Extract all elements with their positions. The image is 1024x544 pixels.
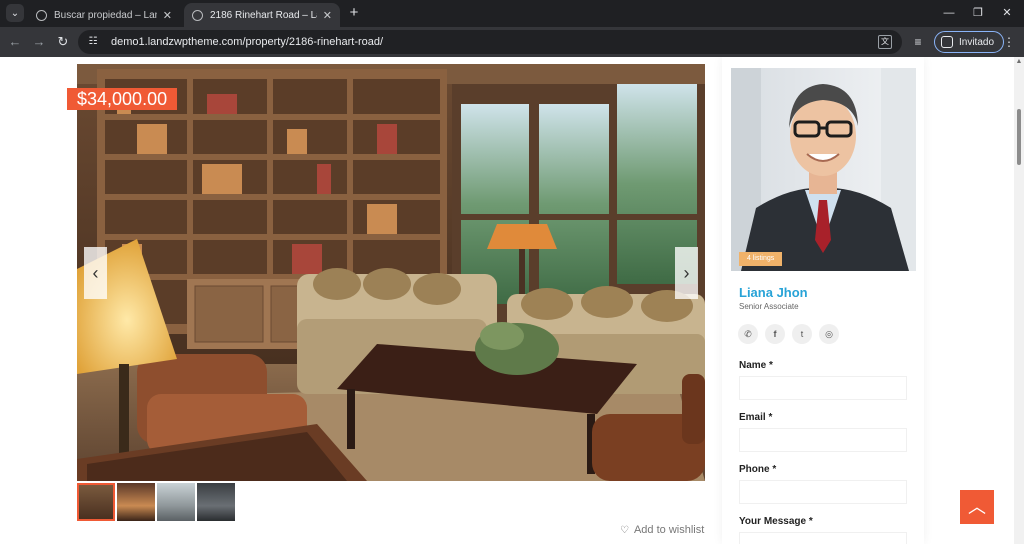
close-window-icon[interactable]: ✕ <box>999 5 1015 21</box>
restore-icon[interactable]: ❐ <box>970 5 986 21</box>
heart-icon: ♡ <box>620 524 629 536</box>
twitter-icon[interactable]: t <box>792 324 812 344</box>
url-text: demo1.landzwptheme.com/property/2186-rin… <box>111 36 384 48</box>
new-tab-button[interactable]: + <box>346 5 362 21</box>
close-tab-icon[interactable]: ✕ <box>163 9 172 22</box>
message-label: Your Message * <box>739 516 813 527</box>
gallery-next-button[interactable]: › <box>675 247 698 299</box>
chevron-up-icon: ︿ <box>968 497 986 517</box>
gallery-thumbnails <box>77 483 235 521</box>
email-label: Email * <box>739 412 773 423</box>
tab-rinehart-road[interactable]: 2186 Rinehart Road – Landz – D ✕ <box>184 3 340 27</box>
page-scrollbar[interactable]: ▲ <box>1014 57 1024 544</box>
reading-list-icon[interactable]: ≡ <box>910 34 926 50</box>
living-room-image <box>77 64 705 481</box>
phone-label: Phone * <box>739 464 777 475</box>
guest-profile-icon <box>941 36 953 48</box>
add-to-wishlist-link[interactable]: ♡ Add to wishlist <box>620 524 704 536</box>
scroll-up-icon[interactable]: ▲ <box>1015 58 1023 66</box>
tab-title: Buscar propiedad – Landz – De <box>54 9 157 21</box>
agent-social-links: ✆ f t ◎ <box>738 324 839 344</box>
phone-icon[interactable]: ✆ <box>738 324 758 344</box>
instagram-icon[interactable]: ◎ <box>819 324 839 344</box>
back-to-top-button[interactable]: ︿ <box>960 490 994 524</box>
close-tab-icon[interactable]: ✕ <box>323 9 332 22</box>
agent-sidebar: 4 listings Liana Jhon Senior Associate ✆… <box>722 57 924 544</box>
profile-label: Invitado <box>959 36 995 48</box>
gallery-prev-button[interactable]: ‹ <box>84 247 107 299</box>
reload-icon[interactable]: ↻ <box>55 34 71 50</box>
globe-icon <box>36 9 47 21</box>
address-bar[interactable]: ☷ demo1.landzwptheme.com/property/2186-r… <box>78 30 902 54</box>
minimize-icon[interactable]: — <box>941 5 957 21</box>
thumbnail-2[interactable] <box>117 483 155 521</box>
thumbnail-4[interactable] <box>197 483 235 521</box>
name-field[interactable] <box>739 376 907 400</box>
listings-badge: 4 listings <box>739 252 783 266</box>
property-main-image[interactable] <box>77 64 705 481</box>
wishlist-label: Add to wishlist <box>633 524 705 536</box>
browser-tab-bar: ⌄ Buscar propiedad – Landz – De ✕ 2186 R… <box>0 0 1024 27</box>
tab-buscar-propiedad[interactable]: Buscar propiedad – Landz – De ✕ <box>28 3 180 27</box>
message-field[interactable] <box>739 532 907 544</box>
translate-icon[interactable]: 文 <box>878 35 892 49</box>
facebook-icon[interactable]: f <box>765 324 785 344</box>
agent-photo[interactable] <box>731 68 916 271</box>
forward-icon[interactable]: → <box>31 34 47 50</box>
agent-portrait <box>731 68 916 271</box>
name-label: Name * <box>739 360 773 371</box>
scrollbar-thumb[interactable] <box>1017 109 1021 165</box>
tab-title: 2186 Rinehart Road – Landz – D <box>210 9 317 21</box>
web-page: $34,000.00 ‹ › ♡ Add to wishlist 4 listi… <box>0 57 1024 544</box>
thumbnail-1[interactable] <box>77 483 115 521</box>
phone-field[interactable] <box>739 480 907 504</box>
agent-name[interactable]: Liana Jhon <box>739 285 808 300</box>
globe-icon <box>192 9 203 21</box>
agent-role: Senior Associate <box>739 302 799 311</box>
site-info-icon[interactable]: ☷ <box>86 35 100 49</box>
email-field[interactable] <box>739 428 907 452</box>
back-icon[interactable]: ← <box>7 34 23 50</box>
thumbnail-3[interactable] <box>157 483 195 521</box>
property-price: $34,000.00 <box>67 88 178 110</box>
profile-button[interactable]: Invitado <box>934 31 1005 53</box>
menu-kebab-icon[interactable]: ⋮ <box>1001 34 1017 50</box>
browser-toolbar: ← → ↻ ☷ demo1.landzwptheme.com/property/… <box>0 27 1024 57</box>
tab-search-icon[interactable]: ⌄ <box>6 4 24 22</box>
